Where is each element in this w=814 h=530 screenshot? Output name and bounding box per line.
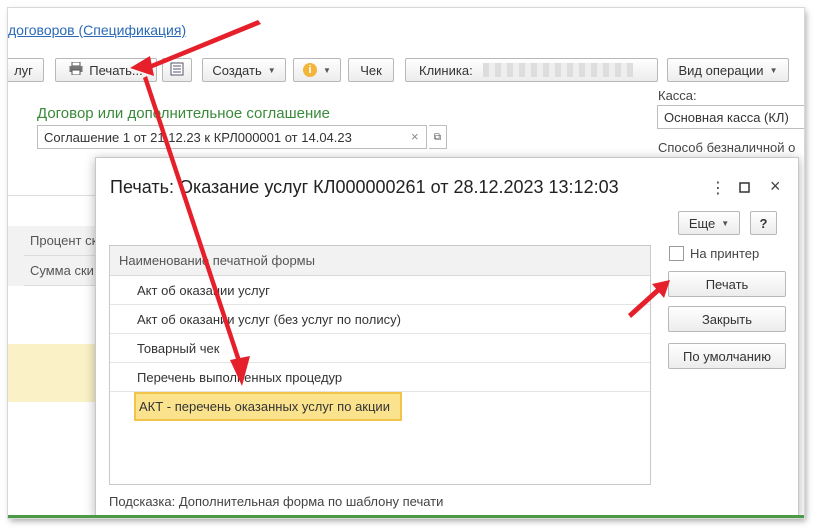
list-item-label: АКТ - перечень оказанных услуг по акции	[139, 399, 390, 414]
list-item-selected[interactable]: АКТ - перечень оказанных услуг по акции	[134, 392, 402, 421]
hint-text: Подсказка: Дополнительная форма по шабло…	[109, 494, 444, 509]
info-icon: i	[303, 63, 318, 77]
dialog-title: Печать: Оказание услуг КЛ000000261 от 28…	[110, 177, 619, 197]
print-button[interactable]: Печать...	[55, 58, 157, 82]
payment-method-label: Способ безналичной о	[658, 140, 796, 155]
help-button[interactable]: ?	[750, 211, 777, 235]
list-item-label: Акт об оказании услуг	[137, 282, 270, 298]
close-button-label: Закрыть	[701, 311, 753, 327]
list-item[interactable]: Акт об оказании услуг (без услуг по поли…	[110, 305, 650, 334]
chevron-down-icon: ▼	[721, 218, 730, 228]
list-header: Наименование печатной формы	[110, 246, 650, 276]
clinic-value-blurred	[482, 63, 633, 77]
check-button[interactable]: Чек	[348, 58, 394, 82]
contract-value: Соглашение 1 от 21.12.23 к КРЛ000001 от …	[44, 129, 352, 145]
help-button-label: ?	[759, 215, 768, 231]
print-dialog: Печать: Оказание услуг КЛ000000261 от 28…	[95, 157, 799, 517]
chevron-down-icon: ▼	[267, 65, 276, 75]
default-button-label: По умолчанию	[683, 348, 771, 364]
cash-label: Касса:	[658, 88, 697, 103]
check-button-label: Чек	[360, 62, 382, 78]
cash-field[interactable]: Основная касса (КЛ)	[657, 105, 804, 129]
print-forms-list: Наименование печатной формы Акт об оказа…	[109, 245, 651, 485]
close-button[interactable]: Закрыть	[668, 306, 786, 332]
list-item-label: Акт об оказании услуг (без услуг по поли…	[137, 311, 401, 327]
operation-type-button[interactable]: Вид операции ▼	[667, 58, 789, 82]
clinic-label: Клиника:	[419, 62, 473, 78]
default-button[interactable]: По умолчанию	[668, 343, 786, 369]
to-printer-checkbox[interactable]	[669, 246, 684, 261]
create-button-label: Создать	[212, 62, 262, 78]
main-window: договоров (Спецификация) луг Печать... С…	[8, 8, 804, 518]
list-item-label: Перечень выполненных процедур	[137, 369, 343, 385]
services-button[interactable]: луг	[8, 58, 44, 82]
grid-highlight-rows	[8, 344, 98, 402]
chevron-down-icon: ▼	[769, 65, 778, 75]
grid-row-marker	[8, 226, 24, 286]
percent-header-label: Процент ск	[30, 233, 98, 248]
list-item[interactable]: Товарный чек	[110, 334, 650, 363]
percent-column-header: Процент ск	[24, 226, 98, 256]
to-printer-label: На принтер	[690, 246, 760, 261]
list-item[interactable]: Перечень выполненных процедур	[110, 363, 650, 392]
create-button[interactable]: Создать ▼	[202, 58, 286, 82]
print-confirm-button[interactable]: Печать	[668, 271, 786, 297]
document-title-link[interactable]: договоров (Спецификация)	[8, 22, 186, 38]
sum-header-label: Сумма ски	[30, 263, 94, 278]
contract-field[interactable]: Соглашение 1 от 21.12.23 к КРЛ000001 от …	[37, 125, 427, 149]
open-icon[interactable]: ⧉	[429, 125, 447, 149]
services-button-label: луг	[14, 62, 33, 78]
list-item-label: Товарный чек	[137, 340, 220, 356]
maximize-icon[interactable]	[739, 180, 750, 198]
grid-top-border	[8, 195, 98, 196]
more-icon[interactable]: ⋮	[710, 178, 726, 198]
printer-icon	[69, 61, 83, 78]
print-confirm-label: Печать	[705, 276, 749, 292]
chevron-down-icon: ▼	[323, 65, 331, 75]
clear-icon[interactable]: ×	[411, 129, 419, 144]
cash-value: Основная касса (КЛ)	[664, 109, 789, 125]
report-icon	[170, 62, 184, 79]
info-menu-button[interactable]: i ▼	[293, 58, 341, 82]
report-button[interactable]	[162, 58, 192, 82]
close-icon[interactable]: ×	[770, 176, 781, 197]
sum-column-header: Сумма ски	[24, 256, 98, 286]
list-item[interactable]: Акт об оказании услуг	[110, 276, 650, 305]
more-button-label: Еще	[688, 215, 716, 231]
more-button[interactable]: Еще ▼	[678, 211, 740, 235]
operation-type-label: Вид операции	[678, 62, 764, 78]
print-button-label: Печать...	[89, 62, 143, 78]
clinic-field[interactable]: Клиника:	[405, 58, 658, 82]
contract-label: Договор или дополнительное соглашение	[37, 105, 331, 122]
list-header-label: Наименование печатной формы	[119, 253, 315, 268]
status-strip	[8, 515, 804, 518]
